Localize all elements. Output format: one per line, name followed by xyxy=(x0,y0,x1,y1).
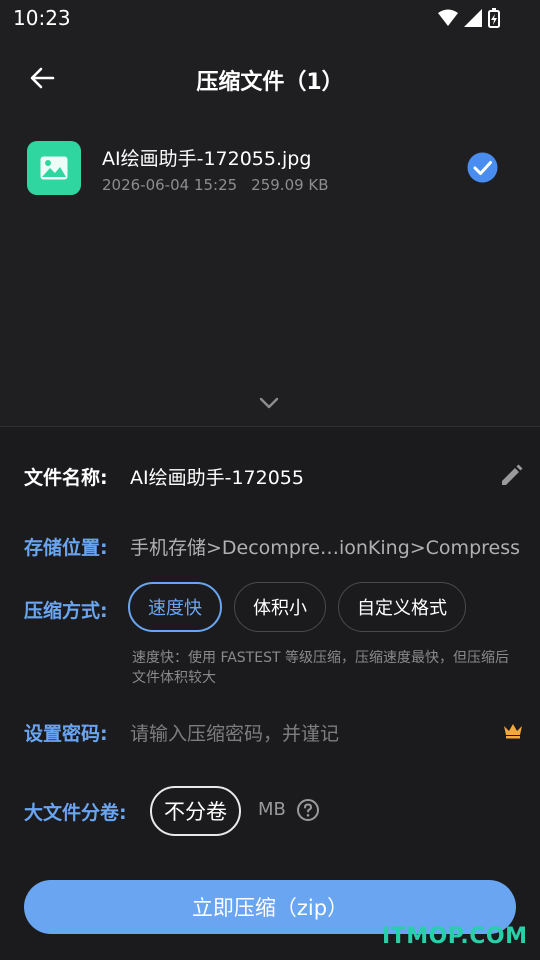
password-row[interactable]: 设置密码: 请输入压缩密码，并谨记 xyxy=(24,719,524,749)
battery-charging-icon xyxy=(488,8,500,28)
file-thumbnail xyxy=(27,141,81,195)
help-circle-icon[interactable] xyxy=(296,798,320,822)
app-bar: 压缩文件（1） xyxy=(0,46,540,110)
signal-icon xyxy=(464,9,482,27)
filename-label: 文件名称: xyxy=(24,467,108,489)
split-unit: MB xyxy=(258,799,286,820)
filename-value[interactable]: AI绘画助手-172055 xyxy=(130,463,304,490)
check-circle-icon[interactable] xyxy=(467,152,498,183)
method-option-fast[interactable]: 速度快 xyxy=(128,582,222,632)
status-time: 10:23 xyxy=(13,6,71,30)
location-label: 存储位置: xyxy=(24,537,108,559)
crown-icon xyxy=(504,724,522,739)
location-row[interactable]: 存储位置: 手机存储>Decompre…ionKing>Compress xyxy=(24,533,524,563)
password-input[interactable]: 请输入压缩密码，并谨记 xyxy=(130,719,339,746)
image-icon xyxy=(40,156,68,180)
chevron-down-icon[interactable] xyxy=(258,396,280,410)
split-row: 大文件分卷: 不分卷 MB xyxy=(24,786,524,836)
file-meta: 2026-06-04 15:25 259.09 KB xyxy=(102,176,329,194)
edit-pencil-icon[interactable] xyxy=(498,463,524,489)
method-option-custom[interactable]: 自定义格式 xyxy=(338,582,466,632)
file-date: 2026-06-04 15:25 xyxy=(102,176,238,194)
wifi-icon xyxy=(438,9,458,26)
watermark: ITMOP.COM xyxy=(382,924,528,949)
file-list-item[interactable]: AI绘画助手-172055.jpg 2026-06-04 15:25 259.09… xyxy=(0,130,540,210)
status-bar: 10:23 xyxy=(0,0,540,36)
method-row: 压缩方式: 速度快 体积小 自定义格式 速度快：使用 FASTEST 等级压缩，… xyxy=(24,582,524,692)
split-label: 大文件分卷: xyxy=(24,802,127,824)
file-name: AI绘画助手-172055.jpg xyxy=(102,148,312,170)
password-label: 设置密码: xyxy=(24,723,108,745)
page-title: 压缩文件（1） xyxy=(196,70,344,95)
split-value-chip[interactable]: 不分卷 xyxy=(150,786,241,836)
method-options: 速度快 体积小 自定义格式 xyxy=(128,582,466,632)
filename-row[interactable]: 文件名称: AI绘画助手-172055 xyxy=(24,463,524,493)
method-option-small[interactable]: 体积小 xyxy=(234,582,326,632)
file-size: 259.09 KB xyxy=(251,176,329,194)
status-icons xyxy=(438,8,500,28)
method-label: 压缩方式: xyxy=(24,600,108,622)
method-hint: 速度快：使用 FASTEST 等级压缩，压缩速度最快，但压缩后文件体积较大 xyxy=(132,650,509,686)
location-value[interactable]: 手机存储>Decompre…ionKing>Compress xyxy=(130,533,520,560)
